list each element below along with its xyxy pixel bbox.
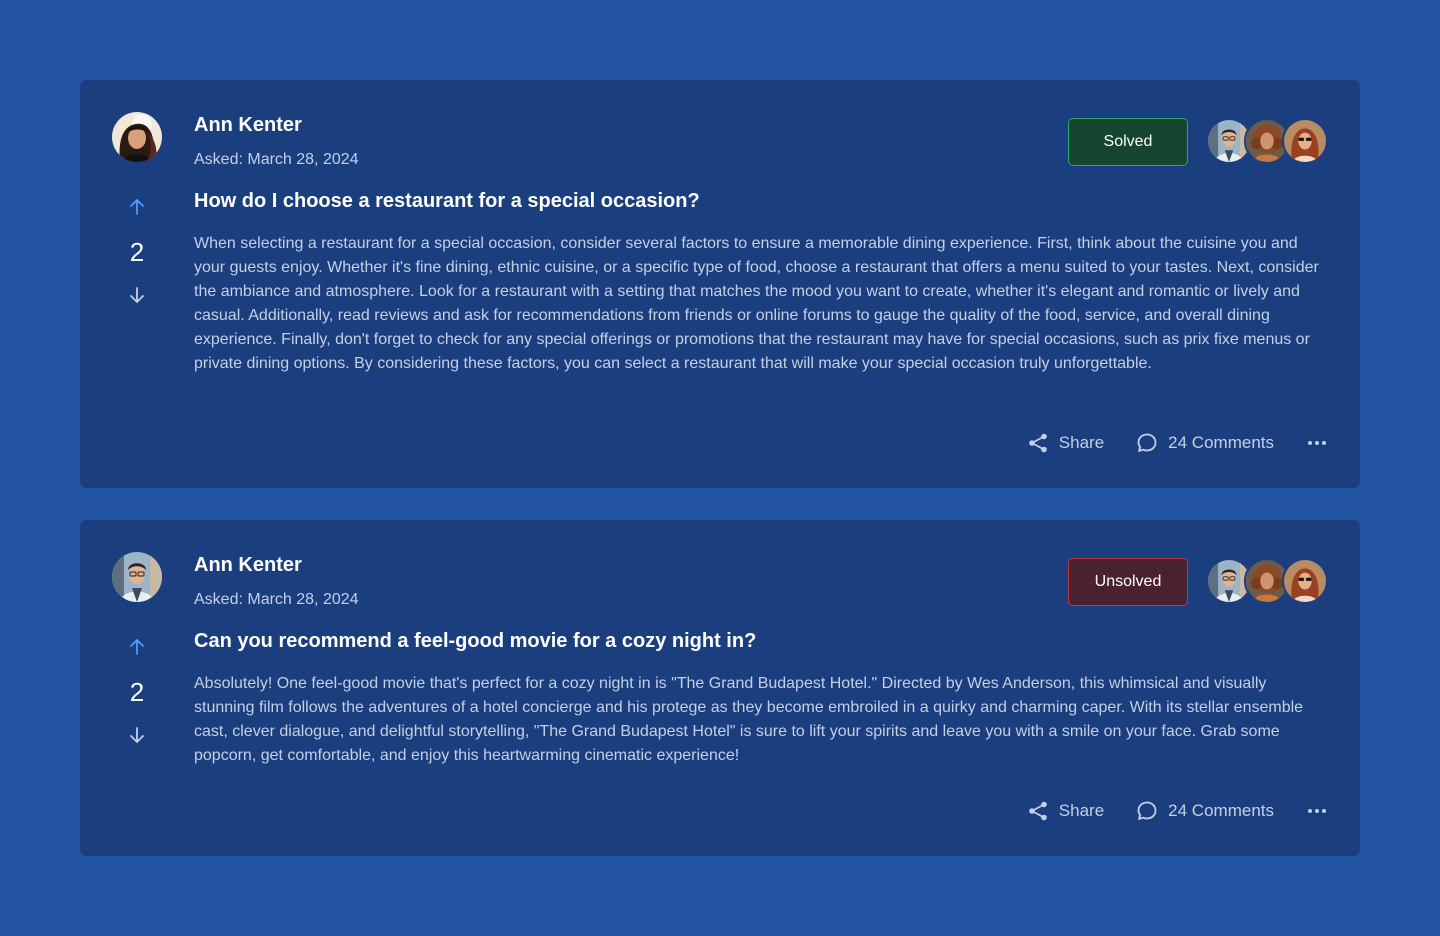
comments-button[interactable]: 24 Comments bbox=[1136, 432, 1274, 454]
question-card: Ann Kenter Asked: March 28, 2024 2 How d… bbox=[80, 80, 1360, 488]
participants-avatars[interactable] bbox=[1206, 558, 1328, 606]
question-body: Absolutely! One feel-good movie that's p… bbox=[194, 675, 1304, 764]
downvote-arrow-icon[interactable] bbox=[112, 285, 162, 309]
comments-label: 24 Comments bbox=[1168, 433, 1274, 452]
comment-icon bbox=[1136, 800, 1158, 822]
author-name[interactable]: Ann Kenter bbox=[194, 114, 302, 137]
question-body: When selecting a restaurant for a specia… bbox=[194, 235, 1319, 372]
downvote-arrow-icon[interactable] bbox=[112, 725, 162, 749]
question-title[interactable]: Can you recommend a feel-good movie for … bbox=[194, 630, 756, 653]
question-title[interactable]: How do I choose a restaurant for a speci… bbox=[194, 190, 700, 213]
vote-control: 2 bbox=[112, 635, 162, 749]
post-actions: Share 24 Comments bbox=[1027, 800, 1328, 822]
share-button[interactable]: Share bbox=[1027, 432, 1104, 454]
more-icon bbox=[1306, 800, 1328, 822]
question-card: Ann Kenter Asked: March 28, 2024 2 Can y… bbox=[80, 520, 1360, 856]
more-options-button[interactable] bbox=[1306, 800, 1328, 822]
post-actions: Share 24 Comments bbox=[1027, 432, 1328, 454]
asked-date: Asked: March 28, 2024 bbox=[194, 151, 359, 168]
comment-icon bbox=[1136, 432, 1158, 454]
participants-avatars[interactable] bbox=[1206, 118, 1328, 166]
share-label: Share bbox=[1058, 801, 1105, 820]
comments-label: 24 Comments bbox=[1168, 801, 1274, 820]
upvote-arrow-icon[interactable] bbox=[112, 637, 162, 661]
vote-count: 2 bbox=[129, 677, 145, 707]
status-badge[interactable]: Solved bbox=[1068, 118, 1188, 166]
vote-control: 2 bbox=[112, 195, 162, 309]
more-options-button[interactable] bbox=[1306, 432, 1328, 454]
participant-avatar[interactable] bbox=[1282, 118, 1328, 164]
author-avatar[interactable] bbox=[112, 112, 162, 162]
participant-avatar[interactable] bbox=[1282, 558, 1328, 604]
upvote-arrow-icon[interactable] bbox=[112, 197, 162, 221]
author-name[interactable]: Ann Kenter bbox=[194, 554, 302, 577]
comments-button[interactable]: 24 Comments bbox=[1136, 800, 1274, 822]
more-icon bbox=[1306, 432, 1328, 454]
asked-date: Asked: March 28, 2024 bbox=[194, 591, 359, 608]
share-button[interactable]: Share bbox=[1027, 800, 1104, 822]
author-avatar[interactable] bbox=[112, 552, 162, 602]
status-badge[interactable]: Unsolved bbox=[1068, 558, 1188, 606]
share-icon bbox=[1027, 800, 1049, 822]
vote-count: 2 bbox=[129, 237, 145, 267]
share-icon bbox=[1027, 432, 1049, 454]
share-label: Share bbox=[1058, 433, 1105, 452]
